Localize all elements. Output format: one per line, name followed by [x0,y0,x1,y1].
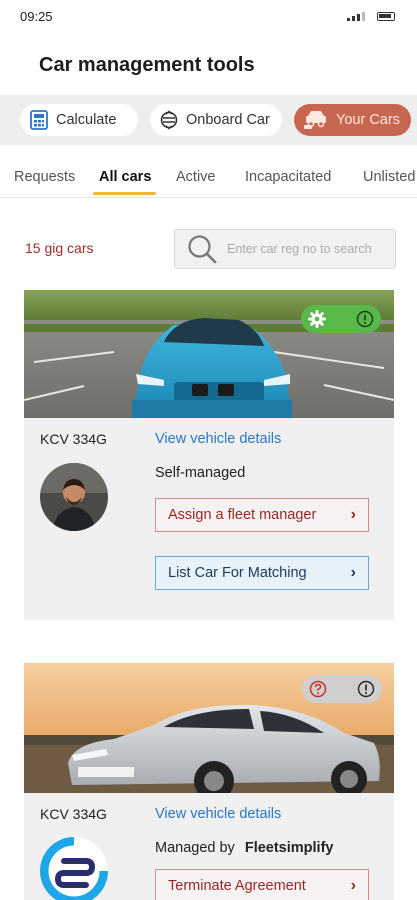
page-title: Car management tools [39,54,255,76]
view-vehicle-details-link[interactable]: View vehicle details [155,806,281,822]
list-car-for-matching-button[interactable]: List Car For Matching › [155,556,369,590]
fleet-manager-name: Fleetsimplify [244,840,334,856]
assign-fleet-manager-button[interactable]: Assign a fleet manager › [155,498,369,532]
car-status-badge[interactable] [301,305,381,333]
calculate-button[interactable]: Calculate [20,104,138,136]
car-filter-tabs: Requests All cars Active Incapacitated U… [0,160,417,198]
chevron-right-icon: › [350,506,356,523]
tab-all-cars[interactable]: All cars [99,169,151,185]
car-status-badge[interactable] [302,675,382,703]
search-icon[interactable] [187,234,217,264]
car-photo [24,663,394,793]
list-car-for-matching-label: List Car For Matching [168,565,307,581]
status-bar: 09:25 [0,0,417,34]
tab-active[interactable]: Active [176,169,216,185]
onboard-car-button[interactable]: Onboard Car [150,104,282,136]
avatar [40,463,108,531]
search-box [174,229,396,269]
signal-icon [347,11,365,21]
tab-unlisted[interactable]: Unlisted [363,169,415,185]
help-icon[interactable] [308,679,328,699]
tab-incapacitated[interactable]: Incapacitated [245,169,331,185]
car-reg: KCV 334G [40,806,107,822]
assign-fleet-manager-label: Assign a fleet manager [168,507,317,523]
search-input[interactable] [227,242,387,256]
status-icons [347,11,395,21]
terminate-agreement-button[interactable]: Terminate Agreement › [155,869,369,900]
info-icon[interactable] [356,679,376,699]
chevron-right-icon: › [350,564,356,581]
battery-icon [377,11,395,21]
onboard-car-label: Onboard Car [186,112,270,128]
view-vehicle-details-link[interactable]: View vehicle details [155,431,281,447]
tool-toolbar: Calculate Onboard Car Your Cars [0,95,417,145]
managed-by: Managed by Fleetsimplify [155,840,333,856]
management-status: Self-managed [155,465,246,481]
calculate-label: Calculate [56,112,117,128]
car-count: 15 gig cars [25,240,94,256]
chevron-right-icon: › [350,877,356,894]
car-card: KCV 334G View vehicle details Self-manag… [24,290,394,620]
terminate-agreement-label: Terminate Agreement [168,878,306,894]
calculator-icon [30,110,48,130]
your-cars-button[interactable]: Your Cars [294,104,411,136]
status-time: 09:25 [20,9,53,24]
car-photo [24,290,394,418]
gear-icon[interactable] [307,309,327,329]
your-cars-icon [304,110,328,130]
car-card: KCV 334G View vehicle details Managed by… [24,663,394,900]
managed-by-prefix: Managed by [155,840,235,856]
your-cars-label: Your Cars [336,112,400,128]
car-reg: KCV 334G [40,431,107,447]
onboard-car-icon [160,110,178,130]
active-tab-indicator [93,192,156,195]
fleet-manager-logo [40,837,108,900]
info-icon[interactable] [355,309,375,329]
tab-requests[interactable]: Requests [14,169,75,185]
